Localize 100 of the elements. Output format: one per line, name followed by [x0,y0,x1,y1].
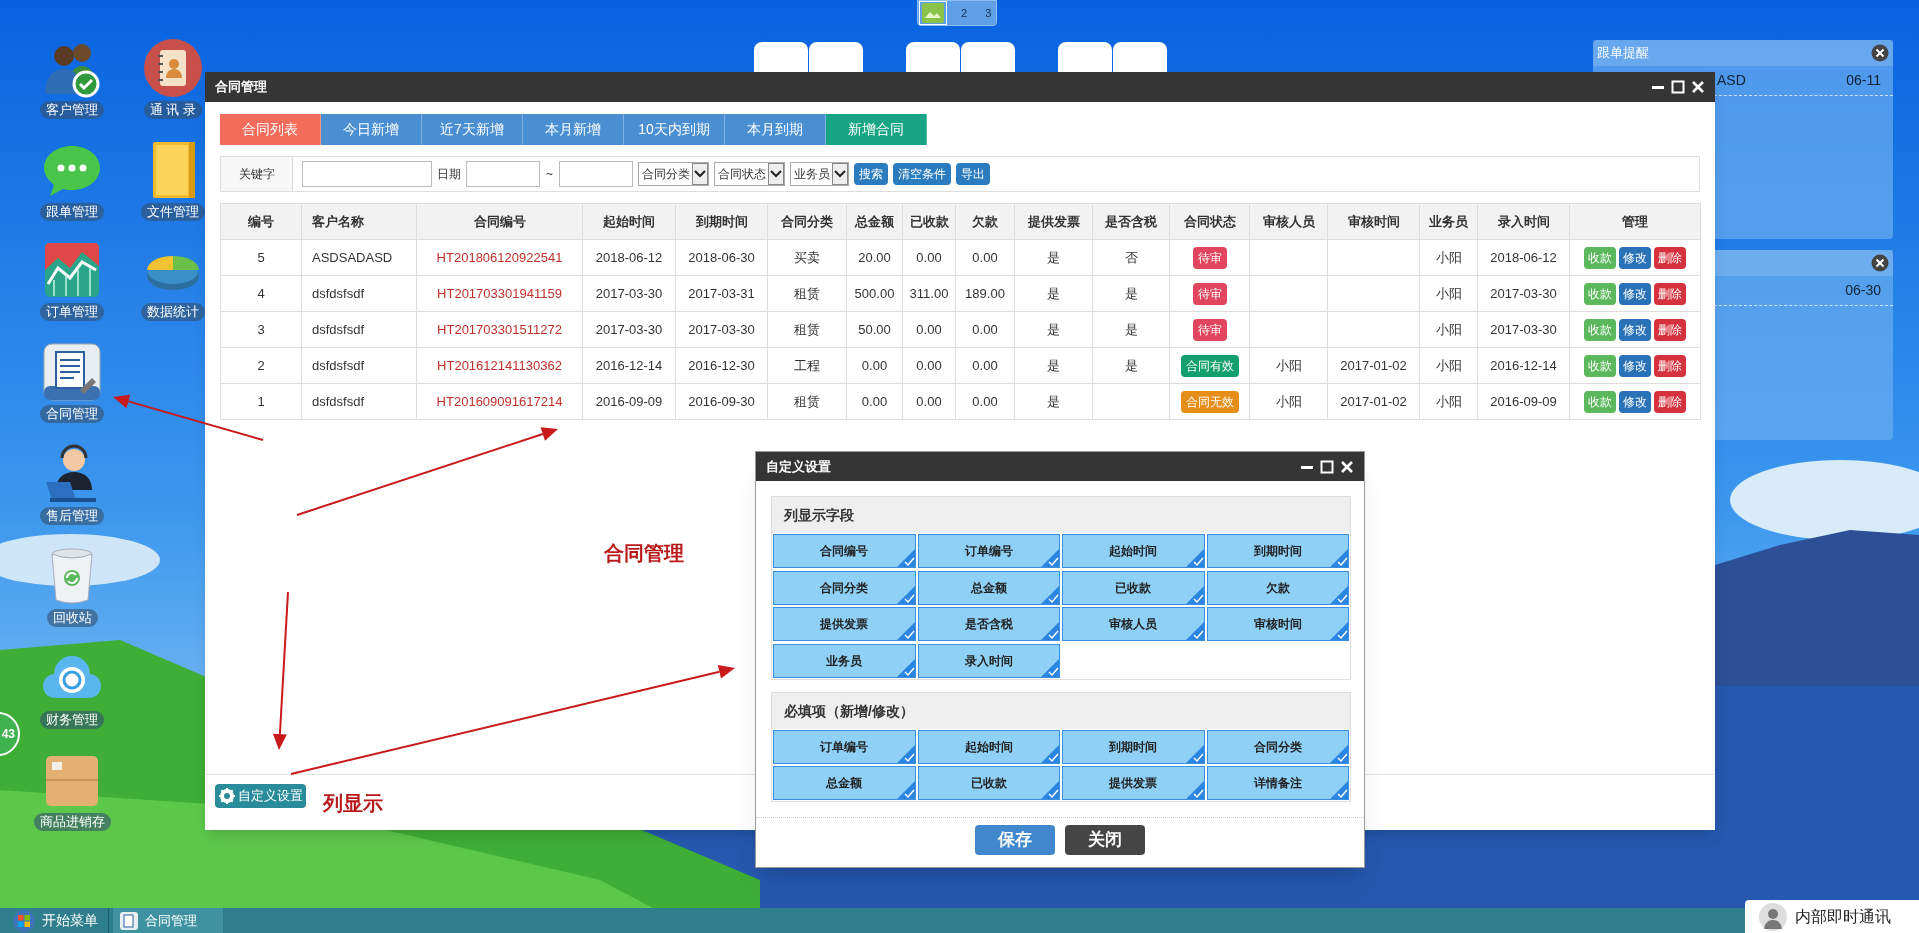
edit-button[interactable]: 修改 [1619,246,1651,269]
settings-button[interactable]: 自定义设置 [215,784,306,808]
column-toggle[interactable]: 起始时间 [1062,534,1205,568]
table-cell: 2017-03-30 [582,311,676,348]
column-toggle[interactable]: 欠款 [1206,570,1349,605]
column-toggle[interactable]: 合同分类 [1206,730,1349,764]
maximize-icon[interactable] [1671,80,1685,94]
check-corner-icon [1185,781,1204,799]
table-cell: 0.00 [902,239,956,276]
caret-icon [768,163,784,185]
chat-widget[interactable]: 内部即时通讯 [1745,900,1919,933]
column-toggle[interactable]: 提供发票 [1062,766,1205,800]
table-cell: 是 [1014,311,1093,348]
delete-button[interactable]: 删除 [1654,390,1686,413]
table-cell: 工程 [767,347,847,384]
table-cell: 2017-01-02 [1327,383,1420,420]
delete-button[interactable]: 删除 [1654,282,1686,305]
table-cell: 5 [220,239,302,276]
tab[interactable]: 合同列表 [220,114,321,145]
column-header: 合同分类 [767,203,847,240]
export-button[interactable]: 导出 [956,163,990,185]
taskbar-item[interactable]: 合同管理 [113,908,223,933]
table-cell: 311.00 [902,275,956,312]
dropdown[interactable]: 业务员 [790,162,849,186]
table-cell: 0.00 [955,239,1015,276]
column-toggle[interactable]: 订单编号 [773,730,916,764]
clear-button[interactable]: 清空条件 [893,163,951,185]
column-toggle[interactable]: 起始时间 [917,730,1060,764]
column-toggle[interactable]: 合同编号 [773,534,916,568]
table-cell: 0.00 [955,347,1015,384]
date-field[interactable] [559,161,633,187]
dropdown[interactable]: 合同状态 [714,162,785,186]
table-cell: dsfdsfsdf [301,275,417,312]
close-icon[interactable] [1691,80,1705,94]
table-cell: 是 [1092,275,1170,312]
check-corner-icon [1041,781,1059,799]
tab[interactable]: 本月新增 [523,114,624,145]
table-cell: 租赁 [767,275,847,312]
maximize-icon[interactable] [1320,459,1334,474]
table-cell: 2016-12-30 [675,347,768,384]
tab[interactable]: 近7天新增 [422,114,523,145]
table-cell: 是 [1014,239,1093,276]
table-cell: 2 [220,347,302,384]
table-cell: 0.00 [902,383,956,420]
check-corner-icon [1041,622,1059,640]
tab[interactable]: 今日新增 [321,114,422,145]
table-cell: 0.00 [846,383,903,420]
column-toggle[interactable]: 总金额 [917,570,1060,605]
close-icon[interactable] [1340,459,1354,474]
date-field[interactable] [466,161,540,187]
column-toggle[interactable]: 合同分类 [773,570,916,605]
column-toggle[interactable]: 已收款 [1062,570,1205,605]
table-cell: 是 [1092,347,1170,384]
table-cell: HT201609091617214 [416,383,583,420]
column-header: 起始时间 [582,203,676,240]
delete-button[interactable]: 删除 [1654,354,1686,377]
column-toggle[interactable]: 到期时间 [1062,730,1205,764]
table-cell: 50.00 [846,311,903,348]
column-toggle[interactable]: 已收款 [917,766,1060,800]
start-button[interactable]: 开始菜单 [0,908,109,933]
save-button[interactable]: 保存 [975,825,1055,855]
avatar-icon [1759,902,1787,931]
table-cell: 小阳 [1419,347,1478,384]
dropdown[interactable]: 合同分类 [638,162,709,186]
column-toggle[interactable]: 到期时间 [1206,534,1349,568]
column-toggle[interactable]: 审核人员 [1062,607,1205,641]
column-toggle[interactable]: 审核时间 [1206,607,1349,641]
check-corner-icon [896,549,915,567]
table-cell: dsfdsfsdf [301,383,417,420]
table-cell: ASDSADASD [301,239,417,276]
search-button[interactable]: 搜索 [854,163,888,185]
column-toggle[interactable]: 详情备注 [1206,766,1349,800]
edit-button[interactable]: 修改 [1619,354,1651,377]
dialog-title: 自定义设置 [766,457,831,476]
close-button[interactable]: 关闭 [1065,825,1145,855]
column-header: 合同编号 [416,203,583,240]
delete-button[interactable]: 删除 [1654,246,1686,269]
delete-button[interactable]: 删除 [1654,318,1686,341]
caret-icon [692,163,708,185]
column-toggle[interactable]: 总金额 [773,766,916,800]
column-toggle[interactable]: 提供发票 [773,607,916,641]
edit-button[interactable]: 修改 [1619,318,1651,341]
tab[interactable]: 10天内到期 [624,114,725,145]
edit-button[interactable]: 修改 [1619,282,1651,305]
table-cell: 小阳 [1419,383,1478,420]
edit-button[interactable]: 修改 [1619,390,1651,413]
column-toggle[interactable]: 是否含税 [917,607,1060,641]
table-cell: 0.00 [846,347,903,384]
column-header: 提供发票 [1014,203,1093,240]
tab[interactable]: 本月到期 [725,114,826,145]
column-toggle[interactable]: 订单编号 [917,534,1060,568]
column-toggle[interactable]: 录入时间 [917,643,1060,678]
column-header: 审核时间 [1327,203,1420,240]
add-button[interactable]: 新增合同 [826,114,927,145]
table-cell: 是 [1014,383,1093,420]
column-toggle[interactable]: 业务员 [773,643,916,678]
table-cell: 1 [220,383,302,420]
keyword-field[interactable] [302,161,432,187]
section-title: 必填项（新增/修改） [784,701,914,721]
check-corner-icon [1041,658,1059,677]
